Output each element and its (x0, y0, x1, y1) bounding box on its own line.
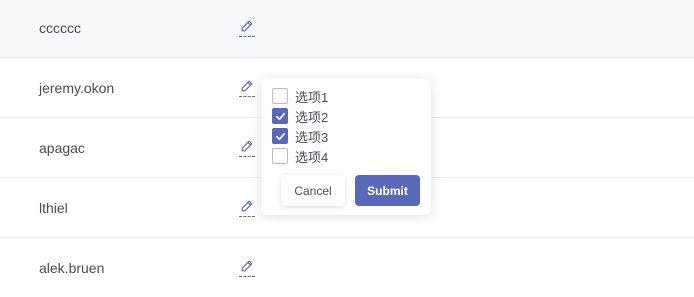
pencil-icon[interactable] (239, 259, 255, 277)
checkbox[interactable] (272, 88, 288, 104)
filter-popover: 选项1 选项2 选项3 选项4 Cancel Submit (261, 78, 431, 215)
username-cell: alek.bruen (39, 259, 105, 276)
user-table: cccccc jeremy.okon apagac lthiel alek.br… (0, 0, 694, 297)
pencil-icon[interactable] (239, 199, 255, 217)
option-label: 选项4 (295, 149, 329, 165)
pencil-icon[interactable] (239, 139, 255, 157)
username-cell: lthiel (39, 199, 68, 216)
option-label: 选项1 (295, 89, 329, 105)
username-cell: cccccc (39, 19, 81, 36)
username-cell: apagac (39, 139, 85, 156)
checkbox[interactable] (272, 128, 288, 144)
check-icon (275, 132, 285, 140)
option-label: 选项3 (295, 129, 329, 145)
check-icon (275, 112, 285, 120)
option-checkbox-4[interactable]: 选项4 (272, 147, 328, 165)
option-label: 选项2 (295, 109, 329, 125)
pencil-icon[interactable] (239, 19, 255, 37)
table-row: cccccc (0, 0, 694, 58)
pencil-icon[interactable] (239, 79, 255, 97)
submit-button[interactable]: Submit (355, 175, 420, 206)
checkbox[interactable] (272, 108, 288, 124)
checkbox[interactable] (272, 148, 288, 164)
option-checkbox-3[interactable]: 选项3 (272, 127, 328, 145)
username-cell: jeremy.okon (39, 79, 115, 96)
cancel-button[interactable]: Cancel (281, 175, 345, 206)
option-checkbox-1[interactable]: 选项1 (272, 87, 328, 105)
option-checkbox-2[interactable]: 选项2 (272, 107, 328, 125)
table-row: alek.bruen (0, 238, 694, 297)
